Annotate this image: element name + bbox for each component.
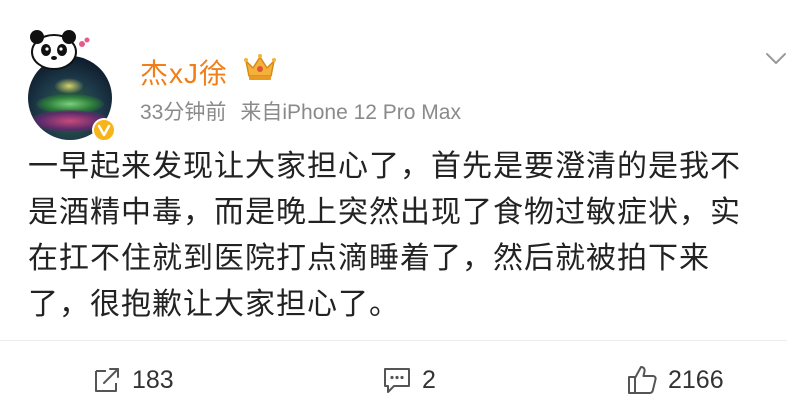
post-text-line: 了，很抱歉让大家担心了。 — [28, 288, 400, 321]
post-body: 一早起来发现让大家担心了，首先是要澄清的是我不 是酒精中毒，而是晚上突然出现了食… — [28, 144, 780, 328]
like-button[interactable]: 2166 — [626, 360, 724, 400]
post-text-line: 在扛不住就到医院打点滴睡着了，然后就被拍下来 — [28, 242, 710, 275]
comment-button[interactable]: 2 — [382, 360, 436, 400]
comment-icon — [384, 368, 410, 393]
author-name[interactable]: 杰xJ徐 — [140, 52, 228, 92]
repost-icon — [95, 368, 119, 392]
avatar-container[interactable] — [24, 26, 116, 142]
divider — [0, 340, 787, 341]
verified-v-icon — [92, 118, 116, 142]
post-meta: 33分钟前 来自iPhone 12 Pro Max — [140, 96, 461, 126]
chevron-down-icon[interactable] — [765, 52, 787, 66]
repost-count: 183 — [132, 365, 174, 394]
crown-icon[interactable] — [242, 52, 278, 82]
comment-count: 2 — [422, 365, 436, 394]
repost-button[interactable]: 183 — [92, 360, 174, 400]
post-text-line: 是酒精中毒，而是晚上突然出现了食物过敏症状，实 — [28, 196, 741, 229]
panda-sticker-icon — [30, 30, 90, 70]
post-time: 33分钟前 — [140, 101, 227, 124]
post-source[interactable]: 来自iPhone 12 Pro Max — [240, 101, 461, 124]
thumbs-up-icon — [628, 366, 657, 394]
like-count: 2166 — [668, 365, 724, 394]
post-text-line: 一早起来发现让大家担心了，首先是要澄清的是我不 — [28, 150, 741, 183]
